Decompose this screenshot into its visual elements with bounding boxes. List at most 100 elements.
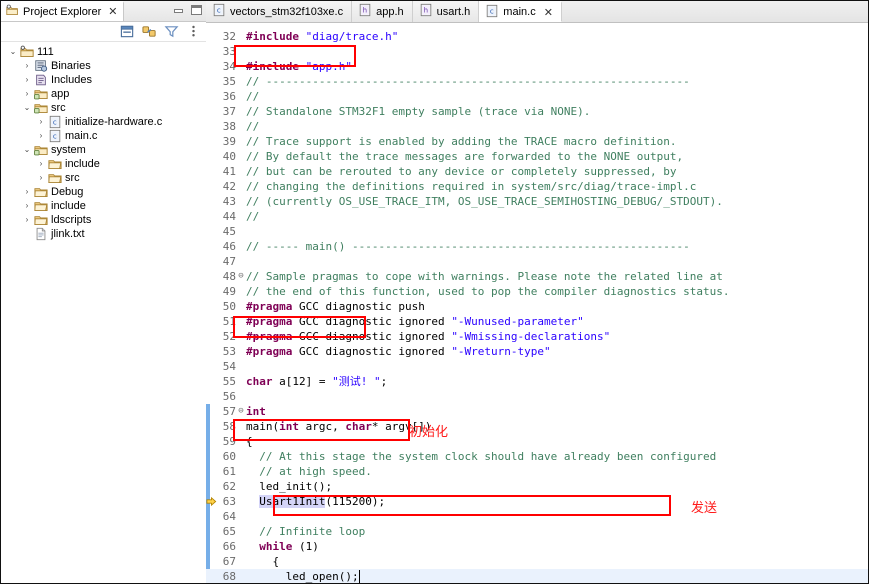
code-line[interactable]: 57 ⊖ int bbox=[206, 404, 868, 419]
code-line-text: // At this stage the system clock should… bbox=[246, 449, 716, 464]
source-folder-icon bbox=[33, 143, 48, 157]
chevron-right-icon[interactable]: › bbox=[35, 171, 47, 185]
code-line[interactable]: 45 bbox=[206, 224, 868, 239]
code-line[interactable]: 63 Usart1Init(115200); bbox=[206, 494, 868, 509]
code-line[interactable]: 68 led_open(); bbox=[206, 569, 868, 583]
project-explorer-view: Project Explorer ✕ ⌄ 111 › Binaries › In… bbox=[1, 1, 206, 583]
code-line[interactable]: 66 while (1) bbox=[206, 539, 868, 554]
code-line[interactable]: 42 // changing the definitions required i… bbox=[206, 179, 868, 194]
code-line[interactable]: 65 // Infinite loop bbox=[206, 524, 868, 539]
code-line[interactable]: 53 #pragma GCC diagnostic ignored "-Wretu… bbox=[206, 344, 868, 359]
tree-item-src[interactable]: › src bbox=[1, 171, 206, 185]
chevron-down-icon[interactable]: ⌄ bbox=[21, 101, 33, 115]
close-icon[interactable]: ✕ bbox=[544, 6, 553, 19]
code-line[interactable]: 43 // (currently OS_USE_TRACE_ITM, OS_USE… bbox=[206, 194, 868, 209]
code-token: "diag/trace.h" bbox=[305, 30, 399, 43]
code-line-text: // By default the trace messages are for… bbox=[246, 149, 683, 164]
code-line[interactable]: 67 { bbox=[206, 554, 868, 569]
code-line[interactable]: 54 bbox=[206, 359, 868, 374]
fold-toggle-icon[interactable]: ⊖ bbox=[237, 404, 245, 419]
code-line[interactable]: 39 // Trace support is enabled by adding … bbox=[206, 134, 868, 149]
code-line[interactable]: 58 main(int argc, char* argv[]) bbox=[206, 419, 868, 434]
code-line[interactable]: 46 // ----- main() ----------------------… bbox=[206, 239, 868, 254]
tree-item-include[interactable]: › include bbox=[1, 199, 206, 213]
view-menu-icon[interactable] bbox=[186, 24, 201, 39]
chevron-right-icon[interactable]: › bbox=[21, 87, 33, 101]
code-line[interactable]: 47 bbox=[206, 254, 868, 269]
tree-item-src[interactable]: ⌄ src bbox=[1, 101, 206, 115]
code-line[interactable]: 64 bbox=[206, 509, 868, 524]
collapse-all-icon[interactable] bbox=[120, 24, 135, 39]
tree-item-initialize-hardware-c[interactable]: › c initialize-hardware.c bbox=[1, 115, 206, 129]
code-line[interactable]: 44 // bbox=[206, 209, 868, 224]
tree-item-system[interactable]: ⌄ system bbox=[1, 143, 206, 157]
code-line[interactable]: 61 // at high speed. bbox=[206, 464, 868, 479]
editor-tab-usart-h[interactable]: h usart.h bbox=[412, 1, 480, 22]
code-line[interactable]: 32 #include "diag/trace.h" bbox=[206, 29, 868, 44]
tree-item-jlink-txt[interactable]: jlink.txt bbox=[1, 227, 206, 241]
tab-project-explorer[interactable]: Project Explorer ✕ bbox=[1, 1, 125, 21]
folder-icon bbox=[33, 185, 48, 199]
code-line[interactable]: 34 #include "app.h" bbox=[206, 59, 868, 74]
code-token: { bbox=[246, 555, 280, 568]
tree-item-111[interactable]: ⌄ 111 bbox=[1, 45, 206, 59]
annotation-label-send: 发送 bbox=[691, 501, 718, 516]
editor-tab-app-h[interactable]: h app.h bbox=[352, 1, 413, 22]
code-line[interactable]: 50 #pragma GCC diagnostic push bbox=[206, 299, 868, 314]
line-number: 66 bbox=[222, 540, 236, 553]
code-line[interactable]: 48 ⊖// Sample pragmas to cope with warnin… bbox=[206, 269, 868, 284]
code-line[interactable]: 35 // -----------------------------------… bbox=[206, 74, 868, 89]
chevron-down-icon[interactable]: ⌄ bbox=[7, 45, 19, 59]
chevron-right-icon[interactable]: › bbox=[21, 185, 33, 199]
tree-item-main-c[interactable]: › c main.c bbox=[1, 129, 206, 143]
tree-item-app[interactable]: › app bbox=[1, 87, 206, 101]
tree-item-ldscripts[interactable]: › ldscripts bbox=[1, 213, 206, 227]
maximize-icon[interactable] bbox=[191, 5, 202, 15]
code-line[interactable]: 38 // bbox=[206, 119, 868, 134]
source-code-viewer[interactable]: 32 #include "diag/trace.h" 33 34 #include "a… bbox=[206, 23, 868, 583]
chevron-right-icon[interactable]: › bbox=[35, 115, 47, 129]
chevron-right-icon[interactable]: › bbox=[21, 213, 33, 227]
project-tree[interactable]: ⌄ 111 › Binaries › Includes › app ⌄ src › c initiali… bbox=[1, 42, 206, 583]
filter-funnel-icon[interactable] bbox=[164, 24, 179, 39]
close-icon[interactable]: ✕ bbox=[108, 6, 117, 18]
code-line[interactable]: 37 // Standalone STM32F1 empty sample (tr… bbox=[206, 104, 868, 119]
code-line[interactable]: 60 // At this stage the system clock sho… bbox=[206, 449, 868, 464]
tree-item-includes[interactable]: › Includes bbox=[1, 73, 206, 87]
code-line[interactable]: 33 bbox=[206, 44, 868, 59]
code-line[interactable]: 36 // bbox=[206, 89, 868, 104]
editor-tab-label: app.h bbox=[376, 5, 404, 18]
link-with-editor-icon[interactable] bbox=[142, 24, 157, 39]
chevron-right-icon[interactable]: › bbox=[35, 157, 47, 171]
code-line[interactable]: 49 // the end of this function, used to p… bbox=[206, 284, 868, 299]
code-line[interactable]: 51 #pragma GCC diagnostic ignored "-Wunus… bbox=[206, 314, 868, 329]
code-line[interactable]: 56 bbox=[206, 389, 868, 404]
code-token: GCC diagnostic push bbox=[292, 300, 425, 313]
c-file-icon: c bbox=[47, 115, 62, 129]
code-line[interactable]: 55 char a[12] = "测试! "; bbox=[206, 374, 868, 389]
editor-tab-main-c[interactable]: c main.c ✕ bbox=[479, 1, 562, 22]
chevron-right-icon[interactable]: › bbox=[35, 129, 47, 143]
tree-item-include[interactable]: › include bbox=[1, 157, 206, 171]
binaries-icon bbox=[33, 59, 48, 73]
code-line[interactable]: 41 // but can be rerouted to any device o… bbox=[206, 164, 868, 179]
tree-item-debug[interactable]: › Debug bbox=[1, 185, 206, 199]
chevron-down-icon[interactable]: ⌄ bbox=[21, 143, 33, 157]
project-explorer-tabbar: Project Explorer ✕ bbox=[1, 1, 206, 22]
tree-item-binaries[interactable]: › Binaries bbox=[1, 59, 206, 73]
code-line[interactable]: 59 { bbox=[206, 434, 868, 449]
line-number: 52 bbox=[222, 330, 236, 343]
editor-tab-vectors-stm32f103xe-c[interactable]: c vectors_stm32f103xe.c bbox=[206, 1, 353, 22]
code-line-text: { bbox=[246, 434, 253, 449]
chevron-right-icon[interactable]: › bbox=[21, 199, 33, 213]
chevron-right-icon[interactable]: › bbox=[21, 73, 33, 87]
code-line[interactable]: 52 #pragma GCC diagnostic ignored "-Wmiss… bbox=[206, 329, 868, 344]
code-line[interactable]: 40 // By default the trace messages are f… bbox=[206, 149, 868, 164]
code-token: #pragma bbox=[246, 330, 293, 343]
code-line[interactable]: 62 led_init(); bbox=[206, 479, 868, 494]
fold-toggle-icon[interactable]: ⊖ bbox=[237, 269, 245, 284]
minimize-icon[interactable] bbox=[173, 5, 184, 15]
chevron-right-icon[interactable]: › bbox=[21, 59, 33, 73]
line-number: 37 bbox=[222, 105, 236, 118]
